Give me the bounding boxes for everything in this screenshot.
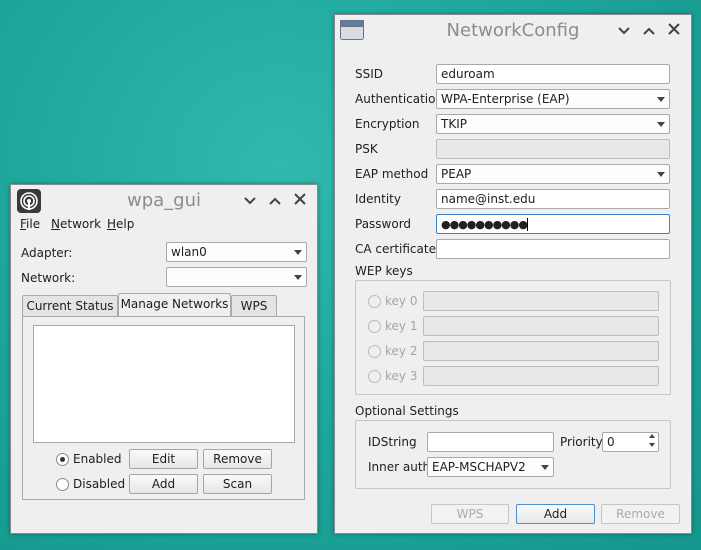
- wep-key2-radio[interactable]: [368, 345, 381, 358]
- tab-wps[interactable]: WPS: [231, 295, 277, 317]
- add-network-button[interactable]: Add: [516, 504, 595, 524]
- wpa-gui-titlebar[interactable]: wpa_gui: [11, 185, 317, 217]
- priority-spinbox[interactable]: 0: [602, 432, 659, 452]
- auth-value: WPA-Enterprise (EAP): [441, 92, 570, 106]
- remove-network-button[interactable]: Remove: [601, 504, 680, 524]
- tab-manage-networks[interactable]: Manage Networks: [118, 293, 231, 317]
- priority-label: Priority: [560, 435, 603, 449]
- ssid-input[interactable]: eduroam: [436, 64, 670, 84]
- inner-auth-value: EAP-MSCHAPV2: [432, 460, 526, 474]
- optional-settings-label: Optional Settings: [355, 404, 459, 418]
- menu-network[interactable]: Network: [51, 217, 101, 231]
- chevron-down-icon: [657, 122, 665, 127]
- wep-key3-label: key 3: [385, 369, 418, 383]
- wep-key2-input[interactable]: [423, 341, 659, 361]
- scan-button[interactable]: Scan: [203, 474, 272, 494]
- ssid-label: SSID: [355, 67, 384, 81]
- password-label: Password: [355, 217, 412, 231]
- chevron-down-icon: [294, 250, 302, 255]
- chevron-down-icon: [541, 465, 549, 470]
- chevron-up-icon[interactable]: [649, 434, 655, 438]
- chevron-down-icon: [657, 172, 665, 177]
- chevron-down-icon[interactable]: [649, 443, 655, 447]
- ca-certificate-input[interactable]: [436, 239, 670, 259]
- inner-auth-label: Inner auth: [368, 460, 431, 474]
- radio-enabled-label: Enabled: [73, 452, 122, 466]
- wep-key0-input[interactable]: [423, 291, 659, 311]
- radio-enabled[interactable]: [56, 453, 69, 466]
- network-select[interactable]: [166, 267, 307, 287]
- ca-certificate-label: CA certificate: [355, 242, 436, 256]
- tab-panel: Enabled Edit Remove Disabled Add Scan: [22, 316, 305, 500]
- wep-key3-input[interactable]: [423, 366, 659, 386]
- chevron-down-icon: [294, 275, 302, 280]
- identity-label: Identity: [355, 192, 401, 206]
- inner-auth-select[interactable]: EAP-MSCHAPV2: [427, 457, 554, 477]
- text-cursor: [526, 218, 528, 231]
- close-icon[interactable]: [289, 185, 311, 217]
- encryption-value: TKIP: [441, 117, 467, 131]
- network-config-titlebar[interactable]: NetworkConfig: [335, 15, 691, 47]
- radio-disabled[interactable]: [56, 478, 69, 491]
- eap-method-value: PEAP: [441, 167, 472, 181]
- tab-current-status[interactable]: Current Status: [22, 295, 118, 317]
- chevron-up-icon[interactable]: [638, 15, 660, 47]
- wep-key0-radio[interactable]: [368, 295, 381, 308]
- wep-key2-label: key 2: [385, 344, 418, 358]
- idstring-label: IDString: [368, 435, 417, 449]
- chevron-down-icon: [657, 97, 665, 102]
- menubar: File Network Help: [11, 215, 317, 235]
- encryption-label: Encryption: [355, 117, 420, 131]
- edit-button[interactable]: Edit: [129, 449, 198, 469]
- wep-key1-input[interactable]: [423, 316, 659, 336]
- wep-keys-label: WEP keys: [355, 264, 413, 278]
- password-input[interactable]: ●●●●●●●●●●: [436, 214, 670, 234]
- close-icon[interactable]: [663, 15, 685, 47]
- adapter-select[interactable]: wlan0: [166, 242, 307, 262]
- network-label: Network:: [21, 271, 76, 285]
- auth-select[interactable]: WPA-Enterprise (EAP): [436, 89, 670, 109]
- adapter-value: wlan0: [171, 245, 207, 259]
- wpa-gui-window: wpa_gui File Network Help Adapter: wlan0…: [10, 184, 318, 534]
- psk-input[interactable]: [436, 139, 670, 159]
- network-config-window: NetworkConfig SSID eduroam Authenticatio…: [334, 14, 692, 534]
- wep-key3-radio[interactable]: [368, 370, 381, 383]
- wep-keys-group: key 0 key 1 key 2 key 3: [355, 280, 671, 395]
- auth-label: Authentication: [355, 92, 444, 106]
- eap-method-label: EAP method: [355, 167, 429, 181]
- identity-input[interactable]: name@inst.edu: [436, 189, 670, 209]
- remove-button[interactable]: Remove: [203, 449, 272, 469]
- idstring-input[interactable]: [427, 432, 554, 452]
- psk-label: PSK: [355, 142, 378, 156]
- encryption-select[interactable]: TKIP: [436, 114, 670, 134]
- radio-disabled-label: Disabled: [73, 477, 126, 491]
- menu-help[interactable]: Help: [107, 217, 134, 231]
- menu-file[interactable]: File: [20, 217, 40, 231]
- wep-key1-radio[interactable]: [368, 320, 381, 333]
- chevron-up-icon[interactable]: [264, 185, 286, 217]
- tab-bar: Current Status Manage Networks WPS: [22, 293, 306, 317]
- chevron-down-icon[interactable]: [613, 15, 635, 47]
- chevron-down-icon[interactable]: [239, 185, 261, 217]
- wep-key0-label: key 0: [385, 294, 418, 308]
- eap-method-select[interactable]: PEAP: [436, 164, 670, 184]
- optional-settings-group: IDString Priority 0 Inner auth EAP-MSCHA…: [355, 420, 671, 489]
- priority-value: 0: [607, 435, 615, 449]
- wps-button[interactable]: WPS: [431, 504, 509, 524]
- password-value: ●●●●●●●●●●: [441, 218, 528, 231]
- wep-key1-label: key 1: [385, 319, 418, 333]
- network-list[interactable]: [33, 325, 295, 443]
- adapter-label: Adapter:: [21, 246, 73, 260]
- add-button[interactable]: Add: [129, 474, 198, 494]
